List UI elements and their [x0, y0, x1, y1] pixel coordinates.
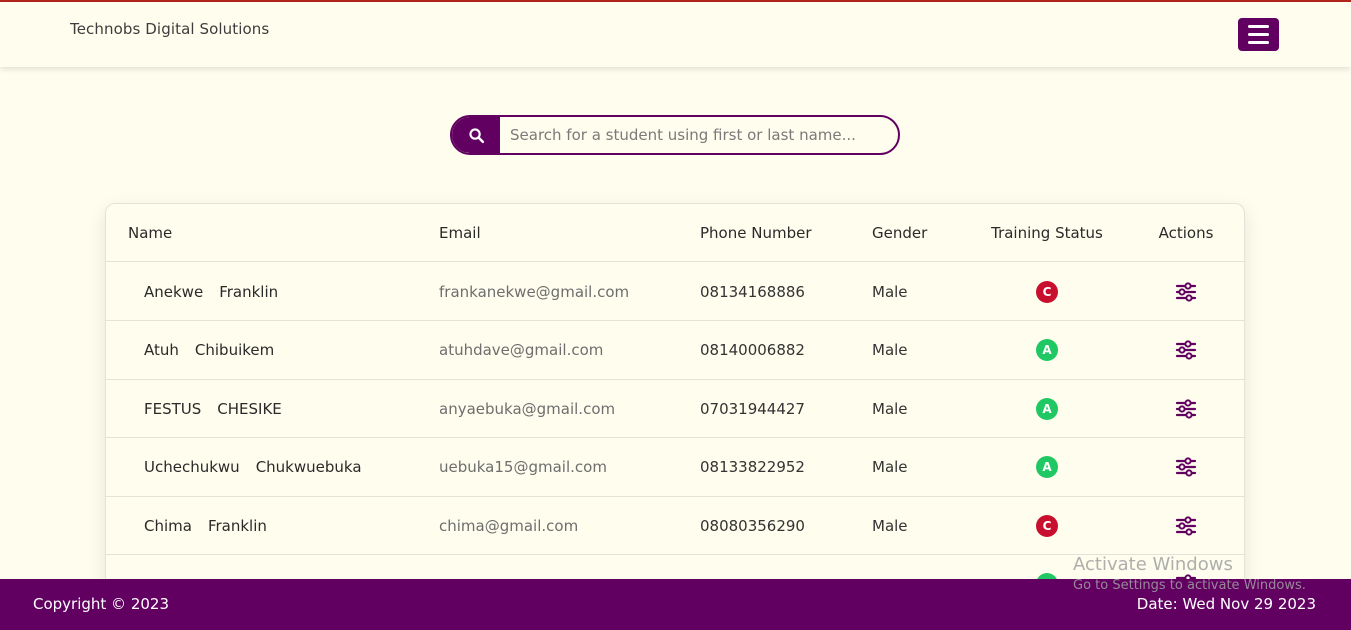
column-header-training-status: Training Status [991, 223, 1103, 242]
student-last-name: Chukwuebuka [255, 458, 362, 476]
actions-cell [1156, 497, 1216, 554]
training-status-cell: C [982, 497, 1112, 554]
students-table: Name Email Phone Number Gender Training … [105, 203, 1245, 623]
actions-cell [1156, 322, 1216, 379]
table-row: FESTUS CHESIKE anyaebuka@gmail.com 07031… [106, 380, 1244, 438]
student-name: FESTUS CHESIKE [144, 380, 282, 437]
student-name: Uchechukwu Chukwuebuka [144, 439, 362, 496]
student-email: anyaebuka@gmail.com [439, 399, 616, 418]
sliders-icon[interactable] [1175, 515, 1197, 536]
actions-cell [1156, 380, 1216, 437]
student-gender: Male [872, 516, 908, 535]
training-status-cell: A [982, 322, 1112, 379]
search-input[interactable] [500, 117, 898, 153]
student-phone: 08080356290 [700, 516, 805, 535]
student-phone: 08133822952 [700, 458, 805, 476]
student-email: frankanekwe@gmail.com [439, 282, 630, 301]
date-text: Date: Wed Nov 29 2023 [1136, 595, 1316, 613]
student-last-name: Franklin [219, 282, 279, 301]
student-name: Chima Franklin [144, 497, 267, 554]
student-first-name: Anekwe [144, 282, 204, 301]
search-bar [450, 115, 900, 155]
student-first-name: Uchechukwu [144, 458, 240, 476]
column-header-actions: Actions [1158, 223, 1214, 242]
search-icon [468, 127, 484, 143]
table-row: Chima Franklin chima@gmail.com 080803562… [106, 497, 1244, 555]
column-header-name: Name [128, 223, 173, 242]
student-email: chima@gmail.com [439, 516, 579, 535]
student-last-name: Franklin [207, 516, 267, 535]
student-gender: Male [872, 399, 908, 418]
student-first-name: Chima [144, 516, 192, 535]
student-phone: 08140006882 [700, 341, 805, 359]
sliders-icon[interactable] [1175, 340, 1197, 360]
training-status-badge: C [1036, 280, 1058, 303]
sliders-icon[interactable] [1175, 457, 1197, 477]
brand-name[interactable]: Technobs Digital Solutions [70, 20, 269, 38]
table-row: Anekwe Franklin frankanekwe@gmail.com 08… [106, 263, 1244, 321]
student-phone: 07031944427 [700, 399, 805, 418]
table-header-row: Name Email Phone Number Gender Training … [106, 204, 1244, 262]
training-status-badge: A [1036, 456, 1058, 478]
training-status-badge: A [1036, 397, 1058, 420]
student-first-name: Atuh [144, 341, 179, 359]
column-header-email: Email [439, 223, 481, 242]
hamburger-menu-button[interactable] [1238, 18, 1279, 51]
footer: Copyright © 2023 Date: Wed Nov 29 2023 [0, 579, 1351, 630]
student-gender: Male [872, 458, 908, 476]
student-name: Anekwe Franklin [144, 263, 278, 320]
student-email: atuhdave@gmail.com [439, 341, 604, 359]
column-header-gender: Gender [872, 223, 928, 242]
sliders-icon[interactable] [1175, 398, 1197, 419]
training-status-cell: A [982, 439, 1112, 496]
training-status-badge: A [1036, 339, 1058, 361]
student-gender: Male [872, 282, 908, 301]
student-phone: 08134168886 [700, 282, 805, 301]
column-header-phone: Phone Number [700, 223, 812, 242]
training-status-badge: C [1036, 514, 1058, 537]
training-status-cell: A [982, 380, 1112, 437]
actions-cell [1156, 263, 1216, 320]
student-last-name: CHESIKE [217, 399, 282, 418]
table-row: Uchechukwu Chukwuebuka uebuka15@gmail.co… [106, 439, 1244, 497]
student-gender: Male [872, 341, 908, 359]
copyright-text: Copyright © 2023 [33, 595, 170, 613]
sliders-icon[interactable] [1175, 281, 1197, 302]
training-status-cell: C [982, 263, 1112, 320]
student-last-name: Chibuikem [194, 341, 275, 359]
navbar: Technobs Digital Solutions [0, 2, 1351, 67]
student-first-name: FESTUS [144, 399, 202, 418]
table-row: Atuh Chibuikem atuhdave@gmail.com 081400… [106, 322, 1244, 380]
hamburger-menu-icon [1248, 25, 1269, 28]
actions-cell [1156, 439, 1216, 496]
student-email: uebuka15@gmail.com [439, 458, 607, 476]
search-button[interactable] [452, 117, 500, 153]
student-name: Atuh Chibuikem [144, 322, 274, 379]
